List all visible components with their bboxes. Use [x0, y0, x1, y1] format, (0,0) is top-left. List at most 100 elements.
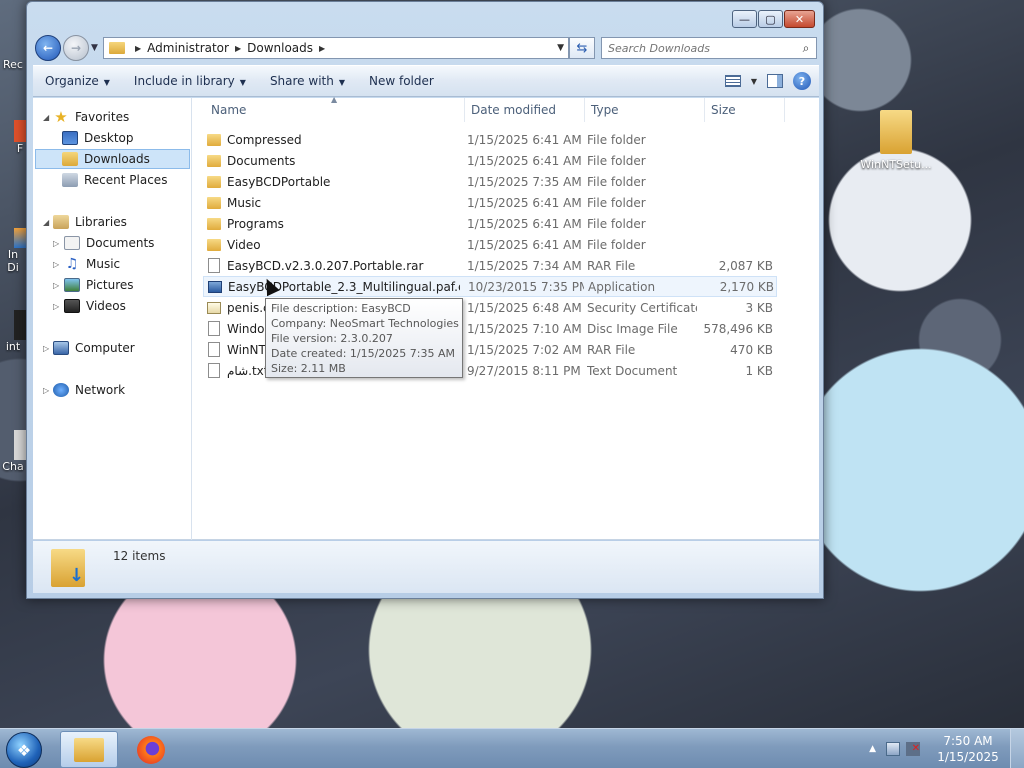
nav-music[interactable]: ♫ Music: [64, 254, 120, 274]
file-row[interactable]: Programs 1/15/2025 6:41 AM File folder: [203, 213, 777, 234]
desktop-icon-label: F: [16, 142, 24, 155]
command-bar: Organize ▼ Include in library ▼ Share with…: [33, 65, 819, 97]
nav-downloads[interactable]: Downloads: [35, 149, 190, 169]
start-button[interactable]: ❖: [6, 732, 42, 768]
show-desktop-button[interactable]: [1010, 729, 1024, 768]
file-row[interactable]: EasyBCD.v2.3.0.207.Portable.rar 1/15/202…: [203, 255, 777, 276]
show-hidden-icons-icon[interactable]: ▲: [869, 744, 876, 754]
clock-date: 1/15/2025: [937, 750, 999, 764]
nav-desktop[interactable]: Desktop: [62, 128, 134, 148]
system-tray: ▲ ✕ 7:50 AM 1/15/2025: [869, 729, 1024, 768]
preview-pane-icon[interactable]: [767, 74, 783, 88]
file-row[interactable]: Compressed 1/15/2025 6:41 AM File folder: [203, 129, 777, 150]
windows-logo-icon: ❖: [16, 740, 32, 760]
column-name-label: Name: [211, 103, 247, 117]
desktop-icon-winntsetup[interactable]: WinNTSetu...: [858, 110, 934, 171]
file-size: 2,087 KB: [718, 258, 773, 273]
search-box[interactable]: ⌕: [601, 37, 817, 59]
chevron-right-icon[interactable]: ▶: [235, 44, 241, 53]
nav-favorites-label: Favorites: [75, 110, 130, 124]
desktop-icon-firefox[interactable]: F: [14, 120, 26, 155]
include-in-library-button[interactable]: Include in library ▼: [122, 74, 258, 88]
file-type: File folder: [587, 174, 646, 189]
collapsed-triangle-icon[interactable]: ▷: [53, 239, 59, 248]
column-header-type[interactable]: Type: [587, 98, 705, 122]
refresh-button[interactable]: ⇆: [569, 37, 595, 59]
nav-documents[interactable]: Documents: [64, 233, 154, 253]
file-name: Video: [227, 237, 261, 252]
nav-videos[interactable]: Videos: [64, 296, 126, 316]
nav-libraries[interactable]: Libraries: [53, 212, 127, 232]
network-status-icon[interactable]: [886, 742, 900, 756]
column-header-name[interactable]: ▲ Name: [207, 95, 465, 122]
collapsed-triangle-icon[interactable]: ▷: [53, 302, 59, 311]
maximize-button[interactable]: ▢: [758, 10, 783, 28]
recent-pages-dropdown[interactable]: ▼: [91, 43, 98, 53]
change-view-icon[interactable]: [724, 75, 741, 87]
collapsed-triangle-icon[interactable]: ▷: [43, 344, 49, 353]
help-icon[interactable]: ?: [793, 72, 811, 90]
share-with-button[interactable]: Share with ▼: [258, 74, 357, 88]
taskbar-explorer-button[interactable]: [60, 731, 118, 768]
column-date-label: Date modified: [471, 103, 557, 117]
nav-recent-places[interactable]: Recent Places: [62, 170, 167, 190]
new-folder-button[interactable]: New folder: [357, 74, 446, 88]
chevron-right-icon[interactable]: ▶: [135, 44, 141, 53]
tooltip-version: File version: 2.3.0.207: [271, 332, 393, 345]
breadcrumb-administrator[interactable]: Administrator: [147, 41, 229, 55]
file-date: 1/15/2025 6:41 AM: [467, 237, 582, 252]
nav-pictures[interactable]: Pictures: [64, 275, 134, 295]
file-name: EasyBCDPortable: [227, 174, 331, 189]
desktop-icon-int[interactable]: int: [0, 310, 26, 353]
collapsed-triangle-icon[interactable]: ▷: [53, 281, 59, 290]
address-bar[interactable]: ▶ Administrator ▶ Downloads ▶ ▼: [103, 37, 569, 59]
chevron-right-icon[interactable]: ▶: [319, 44, 325, 53]
taskbar-firefox-button[interactable]: [122, 731, 180, 768]
rar-file-icon: [208, 258, 220, 273]
file-row-hovered[interactable]: EasyBCDPortable_2.3_Multilingual.paf.exe…: [203, 276, 777, 297]
expand-triangle-icon[interactable]: ◢: [43, 218, 49, 227]
expand-triangle-icon[interactable]: ◢: [43, 113, 49, 122]
file-type: File folder: [587, 216, 646, 231]
desktop-icon-label: Cha: [2, 460, 24, 473]
search-icon[interactable]: ⌕: [796, 41, 816, 56]
collapsed-triangle-icon[interactable]: ▷: [43, 386, 49, 395]
desktop-icon-internet[interactable]: In Di: [0, 228, 26, 274]
desktop-icon-label: Di: [7, 261, 19, 274]
file-row[interactable]: Music 1/15/2025 6:41 AM File folder: [203, 192, 777, 213]
chevron-down-icon[interactable]: ▼: [751, 77, 757, 86]
video-file-icon: [14, 310, 26, 340]
nav-computer[interactable]: Computer: [53, 338, 135, 358]
nav-network[interactable]: Network: [53, 380, 125, 400]
nav-favorites[interactable]: ★ Favorites: [53, 107, 129, 127]
column-header-date[interactable]: Date modified: [467, 98, 585, 122]
desktop-icon-chat[interactable]: Cha: [0, 430, 26, 473]
file-row[interactable]: Video 1/15/2025 6:41 AM File folder: [203, 234, 777, 255]
file-size: 470 KB: [730, 342, 773, 357]
file-date: 1/15/2025 7:34 AM: [467, 258, 582, 273]
file-type: Application: [588, 279, 656, 294]
file-date: 1/15/2025 6:41 AM: [467, 153, 582, 168]
address-dropdown-icon[interactable]: ▼: [557, 43, 564, 53]
file-type: File folder: [587, 195, 646, 210]
pictures-icon: [64, 278, 80, 292]
chevron-down-icon: ▼: [239, 78, 246, 87]
forward-button[interactable]: →: [63, 35, 89, 61]
clock[interactable]: 7:50 AM 1/15/2025: [926, 733, 1010, 765]
text-file-icon: [208, 363, 220, 378]
minimize-button[interactable]: —: [732, 10, 757, 28]
organize-button[interactable]: Organize ▼: [33, 74, 122, 88]
file-row[interactable]: EasyBCDPortable 1/15/2025 7:35 AM File f…: [203, 171, 777, 192]
volume-muted-icon[interactable]: ✕: [906, 742, 920, 756]
close-button[interactable]: ✕: [784, 10, 815, 28]
collapsed-triangle-icon[interactable]: ▷: [53, 260, 59, 269]
desktop-icon-recycle-bin[interactable]: Rec: [0, 58, 26, 71]
file-name: Music: [227, 195, 262, 210]
nav-pictures-label: Pictures: [86, 278, 134, 292]
search-input[interactable]: [602, 41, 796, 55]
breadcrumb-downloads[interactable]: Downloads: [247, 41, 313, 55]
column-header-size[interactable]: Size: [707, 98, 785, 122]
back-button[interactable]: ←: [35, 35, 61, 61]
browser-icon: [14, 228, 26, 248]
file-row[interactable]: Documents 1/15/2025 6:41 AM File folder: [203, 150, 777, 171]
